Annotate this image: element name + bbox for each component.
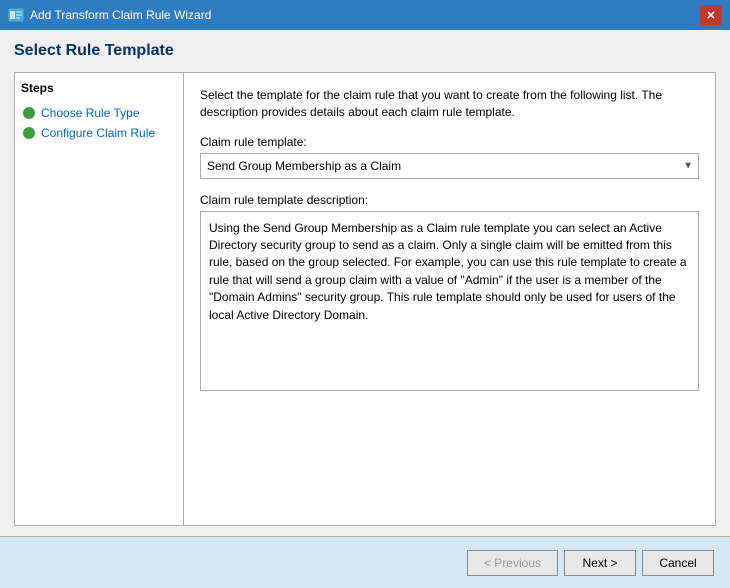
template-dropdown[interactable]: Send Group Membership as a Claim	[200, 153, 699, 179]
step-dot-2	[23, 127, 35, 139]
template-desc-label: Claim rule template description:	[200, 193, 699, 207]
step-label-2: Configure Claim Rule	[41, 126, 155, 140]
sidebar: Steps Choose Rule Type Configure Claim R…	[14, 72, 184, 526]
step-configure-claim-rule[interactable]: Configure Claim Rule	[21, 123, 177, 143]
title-bar: Add Transform Claim Rule Wizard ✕	[0, 0, 730, 30]
page-title: Select Rule Template	[14, 42, 716, 60]
step-dot-1	[23, 107, 35, 119]
title-text: Add Transform Claim Rule Wizard	[30, 8, 211, 22]
template-description-box: Using the Send Group Membership as a Cla…	[200, 211, 699, 391]
wizard-window: Add Transform Claim Rule Wizard ✕ Select…	[0, 0, 730, 588]
cancel-button[interactable]: Cancel	[642, 550, 714, 576]
panel-description: Select the template for the claim rule t…	[200, 87, 699, 121]
right-panel: Select the template for the claim rule t…	[184, 72, 716, 526]
main-content: Select Rule Template Steps Choose Rule T…	[0, 30, 730, 536]
wizard-icon	[8, 7, 24, 23]
step-choose-rule-type[interactable]: Choose Rule Type	[21, 103, 177, 123]
template-label: Claim rule template:	[200, 135, 699, 149]
footer: < Previous Next > Cancel	[0, 536, 730, 588]
next-button[interactable]: Next >	[564, 550, 636, 576]
close-button[interactable]: ✕	[700, 5, 722, 25]
previous-button[interactable]: < Previous	[467, 550, 558, 576]
body-area: Steps Choose Rule Type Configure Claim R…	[14, 72, 716, 526]
steps-label: Steps	[21, 81, 177, 95]
title-bar-left: Add Transform Claim Rule Wizard	[8, 7, 211, 23]
template-dropdown-wrapper: Send Group Membership as a Claim ▼	[200, 153, 699, 179]
step-label-1: Choose Rule Type	[41, 106, 140, 120]
